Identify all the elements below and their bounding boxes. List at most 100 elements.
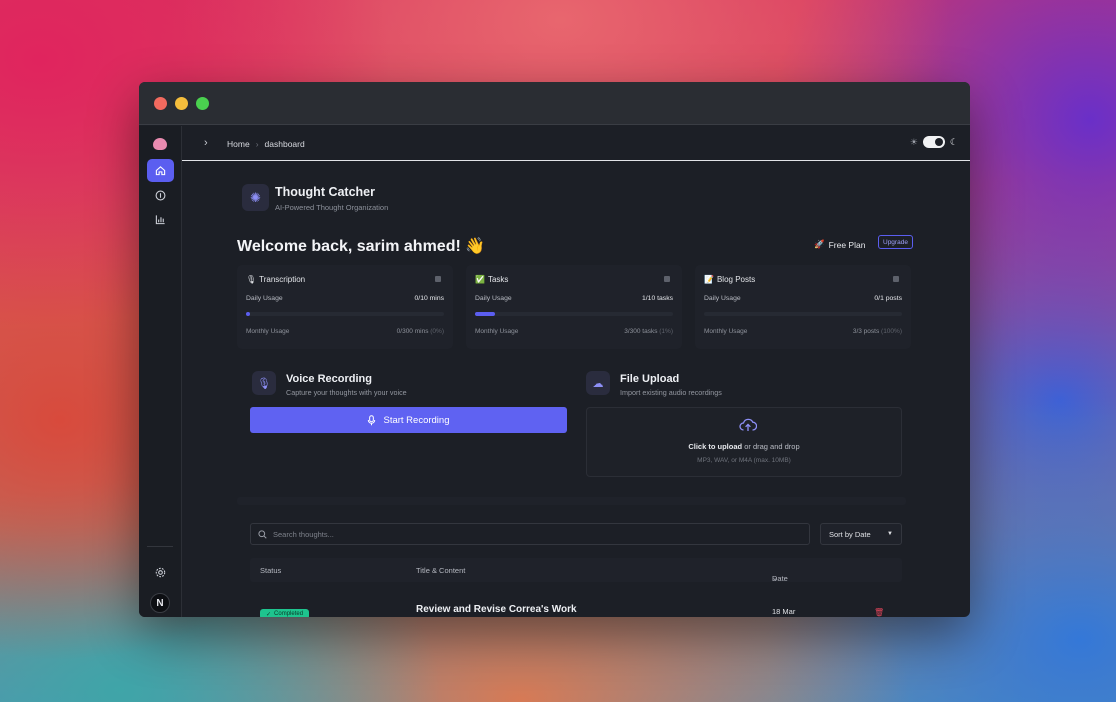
- row-date: 18 Mar: [772, 607, 796, 616]
- monthly-usage-value: 3/300 tasks: [624, 328, 658, 335]
- brain-icon[interactable]: [153, 138, 167, 150]
- usage-card-header: 📝 Blog Posts: [704, 275, 755, 284]
- dropzone-formats: MP3, WAV, or M4A (max. 10MB): [697, 457, 791, 464]
- sidebar: N: [139, 126, 182, 617]
- monthly-usage-label: Monthly Usage: [246, 328, 290, 335]
- daily-usage-progress-bar: [475, 312, 673, 316]
- monthly-usage-value-wrap: 3/300 tasks (1%): [624, 328, 673, 335]
- info-icon[interactable]: [435, 276, 441, 282]
- info-icon[interactable]: [664, 276, 670, 282]
- theme-switcher: ☀ ☾: [910, 136, 958, 148]
- sidebar-divider: [147, 546, 173, 547]
- search-placeholder: Search thoughts...: [273, 529, 334, 539]
- monthly-usage-value-wrap: 0/300 mins (0%): [397, 328, 444, 335]
- monthly-usage-label: Monthly Usage: [475, 328, 519, 335]
- breadcrumb: Home › dashboard: [227, 139, 305, 149]
- sidebar-item-analytics[interactable]: [147, 208, 174, 231]
- sidebar-item-info[interactable]: [147, 184, 174, 207]
- info-icon: [155, 190, 166, 201]
- daily-usage-label: Daily Usage: [704, 295, 741, 302]
- microphone-icon: 🎙: [252, 371, 276, 395]
- start-recording-label: Start Recording: [383, 414, 450, 426]
- start-recording-button[interactable]: Start Recording: [250, 407, 567, 433]
- daily-usage-progress-bar: [704, 312, 902, 316]
- drag-drop-text: or drag and drop: [744, 442, 800, 451]
- voice-recording-title: Voice Recording: [286, 373, 372, 385]
- gear-icon: [155, 567, 166, 578]
- status-badge: ✓ Completed: [260, 609, 310, 617]
- app-window: N › Home › dashboard ☀ ☾ ✺ Thought Catch…: [139, 82, 970, 617]
- click-to-upload-link[interactable]: Click to upload: [688, 442, 742, 451]
- daily-usage-value: 0/1 posts: [874, 295, 902, 302]
- toggle-knob: [934, 138, 943, 146]
- dropzone-instruction: Click to upload or drag and drop: [587, 442, 901, 451]
- usage-card-transcription: 🎙 Transcription Daily Usage 0/10 mins Mo…: [237, 265, 453, 349]
- sidebar-item-home[interactable]: [147, 159, 174, 182]
- theme-toggle[interactable]: [922, 136, 945, 148]
- daily-usage-row: Daily Usage 0/1 posts: [704, 295, 902, 302]
- usage-card-header: 🎙 Transcription: [246, 275, 305, 284]
- file-dropzone[interactable]: Click to upload or drag and drop MP3, WA…: [586, 407, 902, 477]
- monthly-usage-percent: (1%): [659, 328, 673, 335]
- welcome-heading: Welcome back, sarim ahmed! 👋: [237, 238, 486, 255]
- cloud-upload-icon: ☁: [586, 371, 610, 395]
- usage-card-header: ✅ Tasks: [475, 275, 508, 284]
- info-icon[interactable]: [893, 276, 899, 282]
- top-navigation: › Home › dashboard ☀ ☾: [182, 126, 970, 161]
- search-icon: [258, 529, 267, 539]
- search-input[interactable]: Search thoughts...: [250, 523, 810, 545]
- status-label: Completed: [274, 611, 304, 617]
- close-window-button[interactable]: [154, 96, 167, 110]
- monthly-usage-row: Monthly Usage 0/300 mins (0%): [246, 328, 444, 335]
- voice-recording-subtitle: Capture your thoughts with your voice: [286, 388, 407, 397]
- monthly-usage-row: Monthly Usage 3/300 tasks (1%): [475, 328, 673, 335]
- avatar[interactable]: N: [150, 593, 170, 613]
- monthly-usage-value-wrap: 3/3 posts (100%): [853, 328, 902, 335]
- file-upload-title: File Upload: [620, 373, 680, 385]
- upgrade-button[interactable]: Upgrade: [878, 235, 913, 249]
- monthly-usage-label: Monthly Usage: [704, 328, 748, 335]
- caret-down-icon: ▼: [887, 531, 893, 537]
- monthly-usage-percent: (0%): [430, 328, 444, 335]
- microphone-icon: [368, 414, 376, 425]
- usage-card-blog-posts: 📝 Blog Posts Daily Usage 0/1 posts Month…: [695, 265, 911, 349]
- title-bar: [139, 82, 970, 125]
- microphone-icon: 🎙: [246, 275, 257, 284]
- app-title: Thought Catcher: [275, 185, 375, 199]
- checkbox-icon: ✅: [475, 275, 485, 284]
- plan-indicator: 🚀 Free Plan: [814, 239, 865, 250]
- daily-usage-value: 1/10 tasks: [642, 295, 673, 302]
- row-title[interactable]: Review and Revise Correa's Work: [416, 604, 577, 615]
- usage-card-title: Transcription: [259, 275, 306, 284]
- plan-label: Free Plan: [828, 239, 866, 250]
- usage-card-tasks: ✅ Tasks Daily Usage 1/10 tasks Monthly U…: [466, 265, 682, 349]
- sidebar-item-settings[interactable]: [147, 561, 174, 584]
- progress-fill: [475, 312, 495, 316]
- trash-icon[interactable]: 🗑: [874, 608, 884, 617]
- sort-label: Sort by Date: [829, 529, 871, 539]
- home-icon: [155, 166, 166, 176]
- column-header-title: Title & Content: [416, 566, 466, 575]
- daily-usage-row: Daily Usage 0/10 mins: [246, 295, 444, 302]
- lightbulb-icon: ✺: [242, 184, 269, 211]
- usage-card-title: Blog Posts: [716, 275, 756, 284]
- monthly-usage-value: 3/3 posts: [852, 328, 880, 335]
- section-divider: [237, 497, 906, 505]
- breadcrumb-separator-icon: ›: [255, 139, 259, 149]
- table-header: Status Title & Content Date ⌄: [250, 558, 902, 583]
- sort-select[interactable]: Sort by Date ▼: [820, 523, 902, 545]
- column-header-status: Status: [260, 566, 282, 575]
- expand-sidebar-chevron-icon[interactable]: ›: [204, 137, 208, 149]
- app-tagline: AI-Powered Thought Organization: [275, 203, 389, 212]
- daily-usage-value: 0/10 mins: [414, 295, 444, 302]
- maximize-window-button[interactable]: [196, 96, 209, 110]
- progress-fill: [246, 312, 250, 316]
- monthly-usage-value: 0/300 mins: [396, 328, 429, 335]
- sun-icon: ☀: [909, 136, 918, 147]
- daily-usage-label: Daily Usage: [475, 295, 512, 302]
- minimize-window-button[interactable]: [175, 96, 188, 110]
- file-upload-subtitle: Import existing audio recordings: [620, 388, 722, 397]
- chart-icon: [155, 215, 165, 225]
- daily-usage-label: Daily Usage: [246, 295, 283, 302]
- breadcrumb-home[interactable]: Home: [227, 139, 250, 149]
